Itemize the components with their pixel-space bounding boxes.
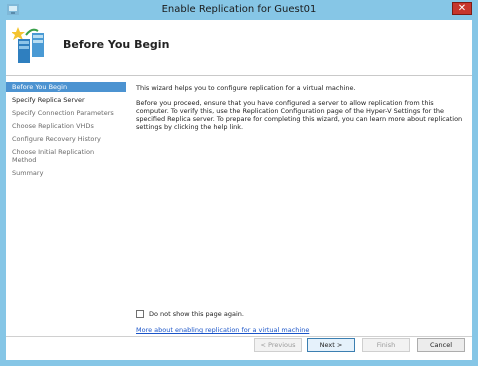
- close-icon: ✕: [457, 3, 467, 14]
- nav-item-choose-initial-replication-method[interactable]: Choose Initial Replication Method: [6, 147, 126, 165]
- wizard-client-area: Before You Begin Before You Begin Specif…: [6, 20, 472, 360]
- next-button[interactable]: Next >: [307, 338, 355, 352]
- nav-item-configure-recovery-history[interactable]: Configure Recovery History: [6, 134, 126, 144]
- nav-item-summary[interactable]: Summary: [6, 168, 126, 178]
- nav-item-specify-connection-parameters[interactable]: Specify Connection Parameters: [6, 108, 126, 118]
- title-bar[interactable]: Enable Replication for Guest01 ✕: [0, 0, 478, 19]
- nav-item-choose-replication-vhds[interactable]: Choose Replication VHDs: [6, 121, 126, 131]
- window-title: Enable Replication for Guest01: [161, 4, 317, 15]
- wizard-steps-nav: Before You Begin Specify Replica Server …: [6, 82, 126, 340]
- dont-show-again-label[interactable]: Do not show this page again.: [149, 310, 244, 318]
- previous-button[interactable]: < Previous: [254, 338, 302, 352]
- intro-text: This wizard helps you to configure repli…: [136, 84, 356, 92]
- close-button[interactable]: ✕: [452, 2, 472, 15]
- finish-button[interactable]: Finish: [362, 338, 410, 352]
- help-link[interactable]: More about enabling replication for a vi…: [136, 326, 309, 334]
- wizard-header: Before You Begin: [6, 20, 472, 74]
- wizard-content: This wizard helps you to configure repli…: [136, 84, 466, 336]
- instructions-text: Before you proceed, ensure that you have…: [136, 99, 463, 131]
- replication-wizard-icon: [12, 27, 44, 63]
- cancel-button[interactable]: Cancel: [417, 338, 465, 352]
- nav-item-before-you-begin[interactable]: Before You Begin: [6, 82, 126, 92]
- nav-item-specify-replica-server[interactable]: Specify Replica Server: [6, 95, 126, 105]
- dont-show-again-checkbox[interactable]: [136, 310, 144, 318]
- footer-divider: [6, 336, 472, 337]
- header-divider: [6, 75, 472, 76]
- page-title: Before You Begin: [63, 38, 170, 51]
- wizard-window: Enable Replication for Guest01 ✕ Before …: [0, 0, 478, 366]
